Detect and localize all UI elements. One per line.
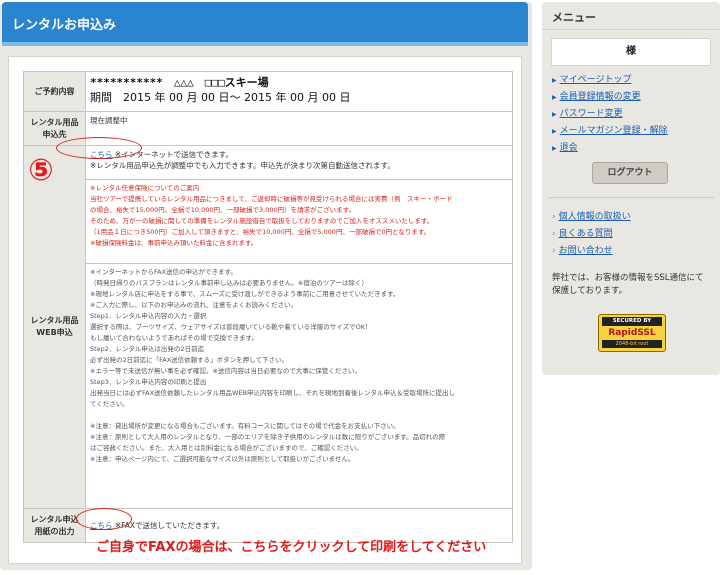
web-apply-intro: こちら ※インターネットで送信できます。 ※レンタル用品申込先が調整中でも入力で… <box>86 146 512 180</box>
ssl-notice: 弊社では、お客様の情報をSSL通信にて保護しております。 <box>552 273 704 296</box>
panel-header: レンタルお申込み <box>2 2 528 46</box>
triangle-right-icon: ▶ <box>552 128 557 135</box>
sidebar-title: メニュー <box>552 11 596 24</box>
sidebar-item-faq[interactable]: › 良くある質問 <box>552 226 631 243</box>
web-apply-row: レンタル用品 WEB申込 こちら ※インターネットで送信できます。 ※レンタル用… <box>23 145 513 509</box>
info-links: › 個人情報の取扱い › 良くある質問 › お問い合わせ <box>552 209 631 260</box>
sidebar-item-edit-profile[interactable]: ▶ 会員登録情報の変更 <box>552 89 668 106</box>
highlight-ellipse-web-link <box>56 137 142 159</box>
rental-application-panel: レンタルお申込み ご予約内容 *********** △△△ □□□スキー場 期… <box>0 2 532 570</box>
chevron-right-icon: › <box>552 246 556 256</box>
member-links: ▶ マイページトップ ▶ 会員登録情報の変更 ▶ パスワード変更 ▶ メールマガジン登録… <box>552 72 668 157</box>
step-number-annotation: ⑤ <box>28 153 54 188</box>
chevron-right-icon: › <box>552 212 556 222</box>
reservation-content: *********** △△△ □□□スキー場 期間 2015 年 00 月 0… <box>85 71 513 112</box>
form-container: ご予約内容 *********** △△△ □□□スキー場 期間 2015 年 … <box>8 56 522 564</box>
delivery-value: 現在調整中 <box>85 111 513 146</box>
web-apply-content: こちら ※インターネットで送信できます。 ※レンタル用品申込先が調整中でも入力で… <box>85 145 513 509</box>
sidebar-menu: メニュー 様 ▶ マイページトップ ▶ 会員登録情報の変更 ▶ パスワード変更 ▶ メー… <box>542 2 720 375</box>
sidebar-item-mypage[interactable]: ▶ マイページトップ <box>552 72 668 89</box>
application-instructions: ※インターネットからFAX送信の申込ができます。 （時発日帰りのバスプランはレン… <box>90 268 456 463</box>
highlight-ellipse-fax-link <box>76 508 132 530</box>
triangle-right-icon: ▶ <box>552 111 557 118</box>
reservation-label: ご予約内容 <box>23 71 86 112</box>
reservation-name: *********** △△△ □□□スキー場 <box>90 76 269 89</box>
sidebar-item-privacy[interactable]: › 個人情報の取扱い <box>552 209 631 226</box>
sidebar-divider <box>548 197 714 198</box>
fax-print-instruction: ご自身でFAXの場合は、こちらをクリックして印刷をしてください <box>96 540 487 555</box>
rapidssl-badge[interactable]: SECURED BY RapidSSL 2048-bit root <box>598 314 666 352</box>
triangle-right-icon: ▶ <box>552 145 557 152</box>
sidebar-item-change-password[interactable]: ▶ パスワード変更 <box>552 106 668 123</box>
web-apply-label: レンタル用品 WEB申込 <box>23 145 86 509</box>
sidebar-item-newsletter[interactable]: ▶ メールマガジン登録・解除 <box>552 123 668 140</box>
triangle-right-icon: ▶ <box>552 77 557 84</box>
user-name-box: 様 <box>551 38 711 66</box>
page-title: レンタルお申込み <box>12 18 117 33</box>
sidebar-header: メニュー <box>542 2 720 30</box>
reservation-row: ご予約内容 *********** △△△ □□□スキー場 期間 2015 年 … <box>23 71 513 112</box>
sidebar-item-withdraw[interactable]: ▶ 退会 <box>552 140 668 157</box>
web-apply-note: ※レンタル用品申込先が調整中でも入力できます。申込先が決まり次第自動送信されます… <box>90 161 395 170</box>
sidebar-item-contact[interactable]: › お問い合わせ <box>552 243 631 260</box>
chevron-right-icon: › <box>552 229 556 239</box>
logout-button[interactable]: ログアウト <box>592 162 668 184</box>
reservation-period: 期間 2015 年 00 月 00 日～ 2015 年 00 月 00 日 <box>90 91 351 104</box>
fax-output-label: レンタル申込 用紙の出力 <box>23 508 86 543</box>
insurance-notice: ※レンタル任意保険についてのご案内 当社ツアーで提携しているレンタル用品につきま… <box>86 180 512 264</box>
triangle-right-icon: ▶ <box>552 94 557 101</box>
